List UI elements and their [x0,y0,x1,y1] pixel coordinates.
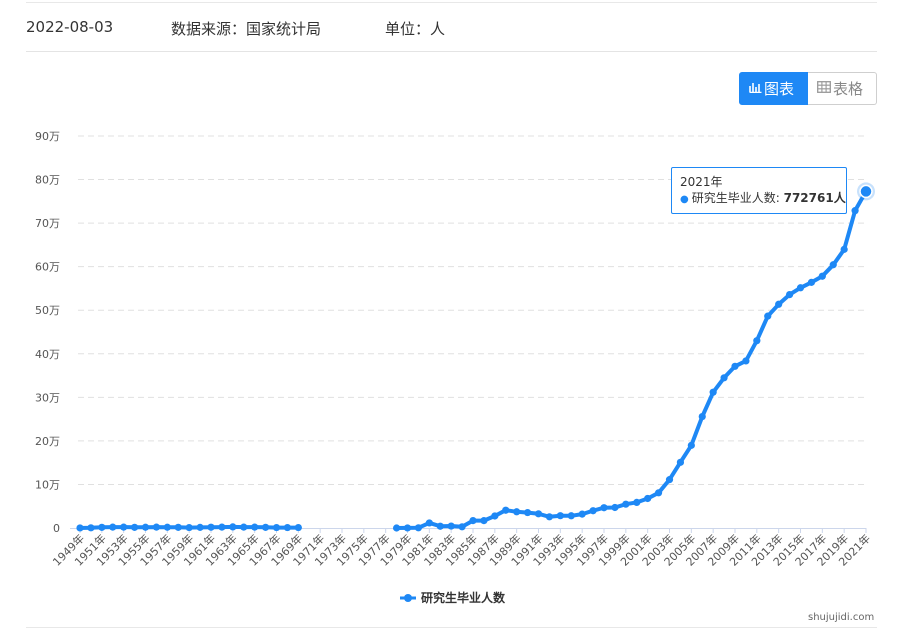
data-point [163,523,171,531]
data-point [196,523,204,531]
data-point [796,284,805,292]
data-point [633,498,641,507]
data-point [130,523,139,531]
y-tick-label: 50万 [35,304,60,317]
y-tick-label: 0 [53,522,60,535]
data-point [709,388,717,396]
data-point [578,510,586,518]
data-point [436,522,444,530]
y-tick-label: 30万 [35,391,60,404]
y-tick-label: 60万 [35,261,60,274]
data-point [567,512,575,520]
data-point [272,523,281,532]
data-point [611,503,619,512]
data-point [294,523,302,532]
watermark: shujujidi.com [808,612,875,623]
data-point [392,524,401,532]
tooltip-series-label: 研究生毕业人数: [691,191,784,205]
data-point [502,506,510,514]
data-point [676,458,685,466]
data-point [742,357,750,365]
data-point [753,337,761,345]
data-point [491,512,499,520]
data-point [840,245,848,253]
data-point [87,524,95,532]
tooltip-row: ● 研究生毕业人数: 772761人 [680,190,846,208]
data-point [207,523,215,531]
data-point [109,523,117,531]
tooltip-value: 772761人 [783,191,846,205]
data-point [523,508,532,517]
data-point [251,523,259,531]
data-point [218,523,226,531]
data-point [665,476,674,484]
legend-label: 研究生毕业人数 [421,590,506,605]
data-point [174,523,182,531]
data-point [261,523,270,531]
data-point [447,522,455,530]
data-point [469,516,477,525]
tooltip-year: 2021年 [680,175,723,189]
data-point [644,494,652,503]
data-point [513,508,521,516]
data-point [589,507,597,515]
data-point [403,524,412,532]
y-tick-label: 40万 [35,348,60,361]
y-tick-label: 20万 [35,435,60,448]
data-point [229,523,237,531]
data-point [720,374,728,382]
y-tick-label: 80万 [35,174,60,187]
data-point [240,523,248,531]
data-point [687,441,695,449]
data-point [414,524,423,532]
chart-tooltip: 2021年 ● 研究生毕业人数: 772761人 [671,167,847,214]
data-point [859,184,873,199]
data-point [731,362,739,370]
series-line [394,189,868,530]
data-point [600,504,608,512]
data-point [818,272,826,280]
data-point [534,510,543,518]
data-point [851,207,859,215]
data-point [185,523,193,532]
data-point [807,278,816,286]
data-point [120,523,128,531]
data-point [545,513,554,521]
data-point [76,524,84,532]
data-point [152,523,161,531]
data-point [829,261,837,269]
line-chart: 010万20万30万40万50万60万70万80万90万1949年1951年19… [35,130,875,605]
data-point [654,489,663,497]
data-point [556,512,564,520]
data-point [622,500,630,508]
data-point [283,523,292,532]
tooltip-dot-icon: ● [680,194,689,205]
data-point [98,523,106,531]
data-point [698,412,706,421]
y-tick-label: 70万 [35,217,60,230]
data-point [775,300,783,308]
data-point [425,519,433,527]
legend-marker-icon [404,594,412,602]
data-point [785,291,794,299]
y-tick-label: 90万 [35,130,60,143]
data-point [141,523,150,531]
y-tick-label: 10万 [35,478,60,491]
data-point [480,517,488,525]
data-point [458,523,466,531]
data-point [764,312,772,320]
